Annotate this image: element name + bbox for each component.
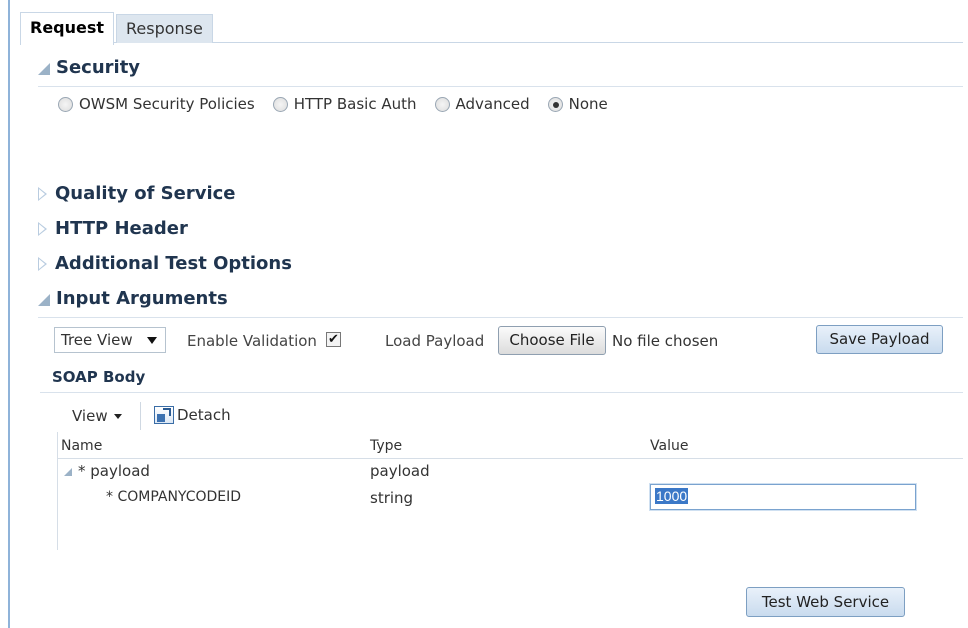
detach-icon xyxy=(154,406,174,424)
section-input-arguments-label: Input Arguments xyxy=(56,288,228,309)
table-row-payload-type: payload xyxy=(370,462,430,480)
section-input-arguments-header[interactable]: Input Arguments xyxy=(38,288,228,309)
table-row-companycodeid-type: string xyxy=(370,489,414,507)
collapsed-triangle-icon xyxy=(38,221,47,236)
tab-bar: Request Response xyxy=(20,10,963,45)
detach-button[interactable]: Detach xyxy=(154,406,231,424)
radio-button-icon[interactable] xyxy=(434,96,450,112)
load-payload-label: Load Payload xyxy=(385,332,485,350)
radio-label: OWSM Security Policies xyxy=(79,95,255,113)
tab-response[interactable]: Response xyxy=(116,14,213,43)
expanded-triangle-icon[interactable] xyxy=(64,468,72,476)
column-header-type[interactable]: Type xyxy=(370,438,402,454)
section-quality-of-service-label: Quality of Service xyxy=(55,183,236,204)
selected-value-text: 1000 xyxy=(655,488,689,504)
radio-advanced[interactable]: Advanced xyxy=(434,95,530,113)
enable-validation-checkbox[interactable]: ✔ xyxy=(326,332,341,347)
dropdown-arrow-icon xyxy=(147,337,157,344)
radio-none[interactable]: None xyxy=(547,95,608,113)
section-additional-test-options-header[interactable]: Additional Test Options xyxy=(38,253,292,274)
soap-body-title: SOAP Body xyxy=(52,368,146,386)
expanded-triangle-icon xyxy=(38,63,50,75)
enable-validation-label: Enable Validation xyxy=(187,332,317,350)
section-quality-of-service-header[interactable]: Quality of Service xyxy=(38,183,236,204)
section-http-header-label: HTTP Header xyxy=(55,218,188,239)
detach-label: Detach xyxy=(177,406,231,424)
radio-owsm-security-policies[interactable]: OWSM Security Policies xyxy=(58,95,255,113)
choose-file-button[interactable]: Choose File xyxy=(498,326,606,355)
left-border-rule xyxy=(8,0,10,628)
header-divider xyxy=(57,458,963,459)
chevron-down-icon xyxy=(113,413,122,419)
divider xyxy=(38,317,963,318)
section-http-header-header[interactable]: HTTP Header xyxy=(38,218,188,239)
table-row-payload-name[interactable]: * payload xyxy=(64,462,150,480)
no-file-chosen-text: No file chosen xyxy=(612,332,719,350)
section-security-label: Security xyxy=(56,57,141,78)
table-header: Name Type Value xyxy=(57,438,963,458)
table-row-companycodeid-name: * COMPANYCODEID xyxy=(106,489,242,505)
collapsed-triangle-icon xyxy=(38,186,47,201)
view-menu-label: View xyxy=(72,407,108,425)
divider xyxy=(38,86,963,87)
radio-label: Advanced xyxy=(455,95,530,113)
view-menu[interactable]: View xyxy=(72,407,122,425)
test-web-service-button[interactable]: Test Web Service xyxy=(746,587,905,617)
section-security-header[interactable]: Security xyxy=(38,57,140,78)
expanded-triangle-icon xyxy=(38,294,50,306)
tab-request[interactable]: Request xyxy=(20,12,115,45)
radio-label: None xyxy=(568,95,608,113)
column-header-value[interactable]: Value xyxy=(650,438,688,454)
radio-http-basic-auth[interactable]: HTTP Basic Auth xyxy=(272,95,417,113)
companycodeid-value-input[interactable]: 1000 xyxy=(650,484,916,510)
save-payload-button[interactable]: Save Payload xyxy=(816,325,943,354)
security-radio-group: OWSM Security Policies HTTP Basic Auth A… xyxy=(58,95,626,113)
toolbar-separator xyxy=(140,402,141,430)
divider xyxy=(40,392,963,393)
view-mode-value: Tree View xyxy=(61,331,133,349)
view-mode-select[interactable]: Tree View xyxy=(54,327,166,353)
row-name: * payload xyxy=(78,462,150,480)
radio-button-icon[interactable] xyxy=(58,96,73,112)
collapsed-triangle-icon xyxy=(38,256,47,271)
radio-button-selected-icon[interactable] xyxy=(547,96,563,112)
radio-label: HTTP Basic Auth xyxy=(293,95,417,113)
radio-button-icon[interactable] xyxy=(272,96,288,112)
section-additional-test-options-label: Additional Test Options xyxy=(55,253,292,274)
column-header-name[interactable]: Name xyxy=(61,438,102,454)
